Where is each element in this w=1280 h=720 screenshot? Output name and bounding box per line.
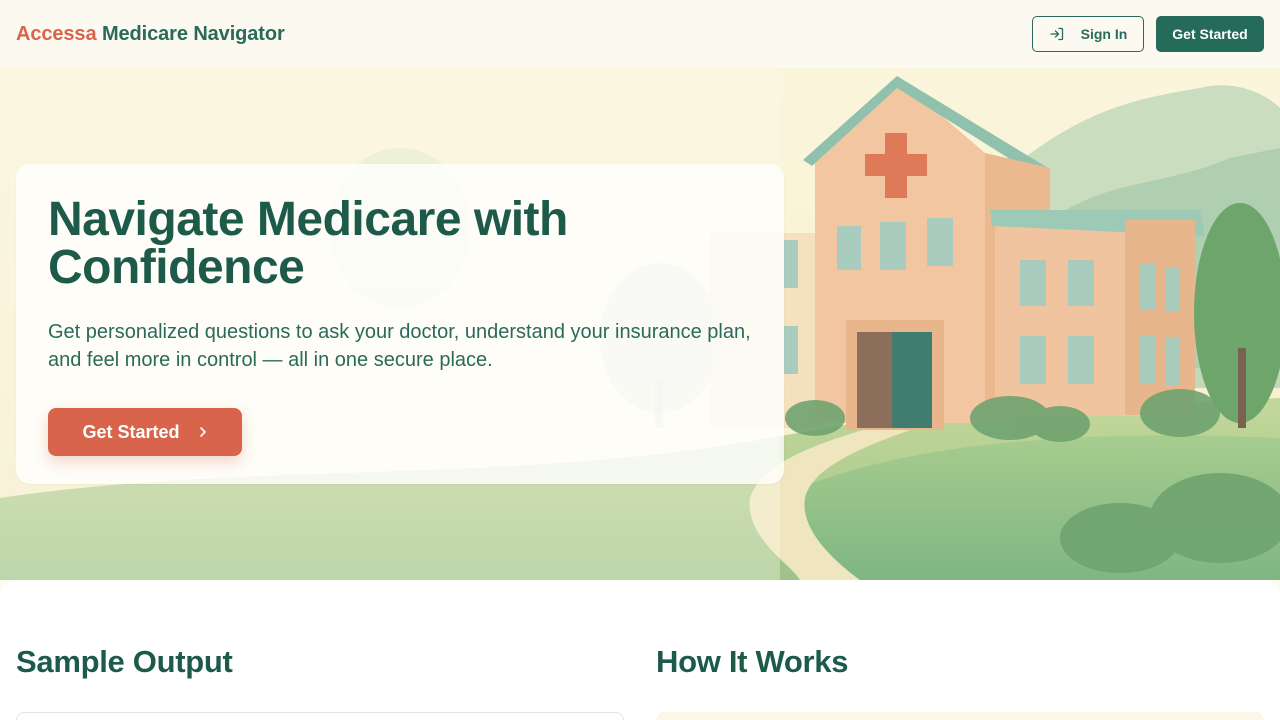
sign-in-icon (1050, 27, 1063, 41)
hero-card: Navigate Medicare with Confidence Get pe… (16, 164, 784, 484)
hero-subtitle: Get personalized questions to ask your d… (48, 321, 751, 371)
how-it-works-panel (656, 712, 1264, 720)
content-section: Sample Output How It Works (0, 580, 1280, 720)
get-started-header-button[interactable]: Get Started (1156, 16, 1264, 52)
hero-cta-label: Get Started (82, 421, 180, 442)
sample-output-heading: Sample Output (16, 644, 233, 679)
get-started-hero-button[interactable]: Get Started (48, 408, 242, 456)
how-it-works-heading: How It Works (656, 644, 849, 679)
brand-logo[interactable]: Accessa Medicare Navigator (16, 23, 285, 46)
sign-in-button[interactable]: Sign In (1032, 16, 1144, 52)
nav-actions: Sign In Get Started (1032, 16, 1264, 52)
top-nav-bar: Accessa Medicare Navigator Sign In Get S… (0, 0, 1280, 68)
hero-section: Navigate Medicare with Confidence Get pe… (0, 68, 1280, 580)
chevron-right-icon (199, 427, 206, 437)
sign-in-label: Sign In (1080, 26, 1128, 42)
sample-output-panel (16, 712, 624, 720)
brand-name-accessa: Accessa (16, 22, 97, 45)
hero-title: Navigate Medicare with Confidence (48, 193, 568, 294)
brand-name-product: Medicare Navigator (101, 22, 285, 45)
